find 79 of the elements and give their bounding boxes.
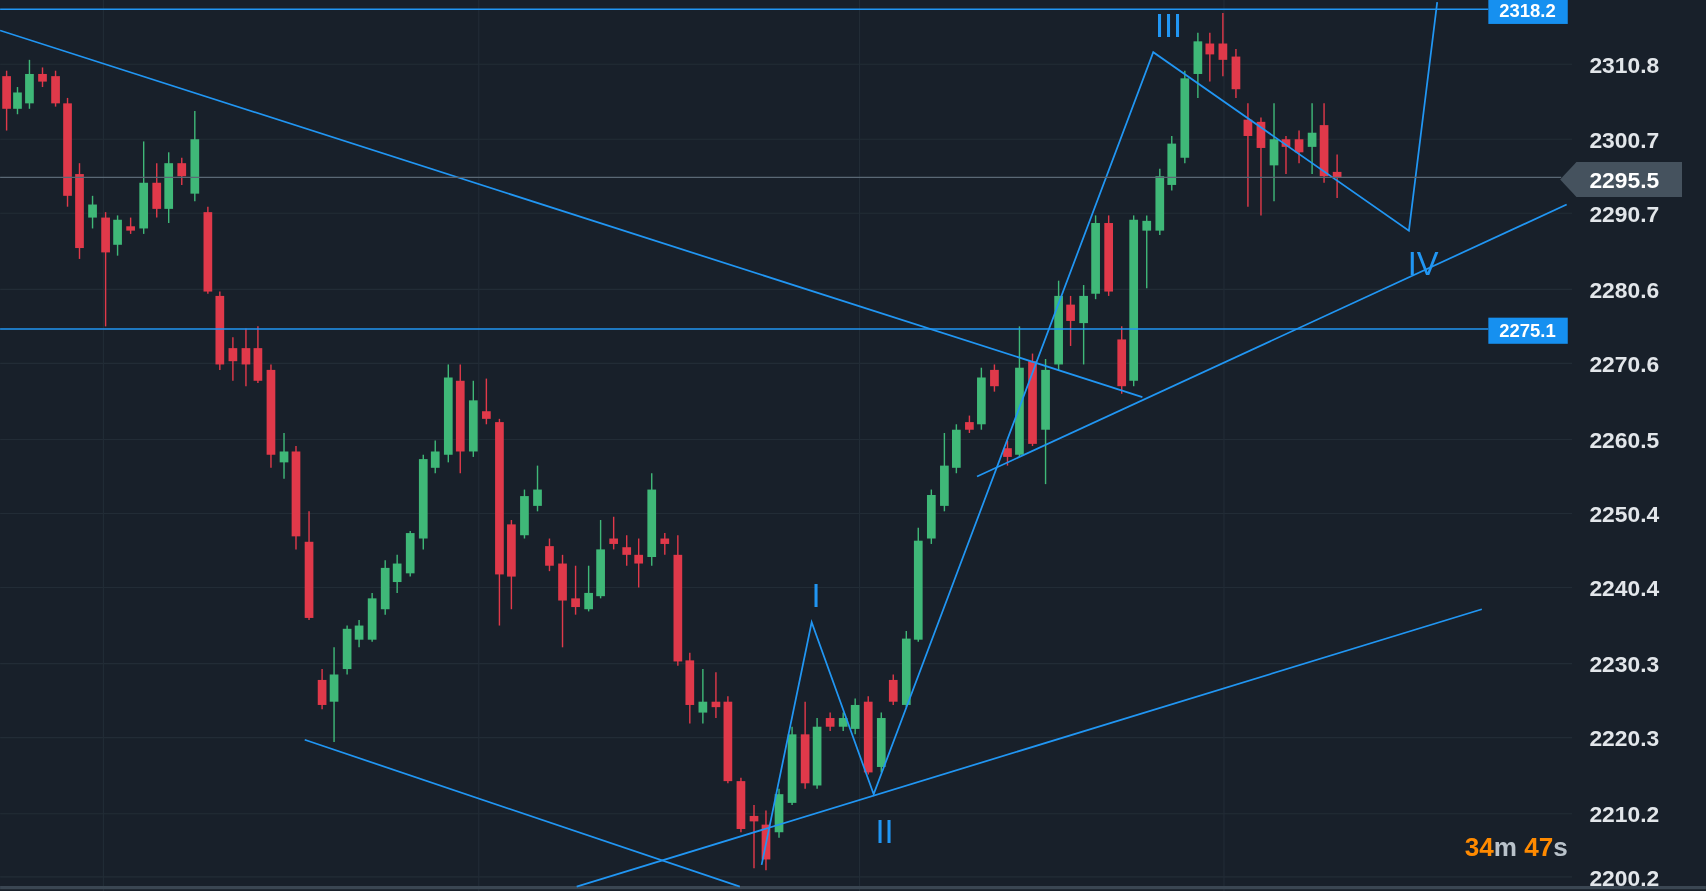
candlestick [711,671,721,719]
candlestick [520,488,529,540]
candlestick [1193,31,1203,99]
price-axis-label: 2220.3 [1589,725,1660,752]
candlestick [609,516,618,551]
wave-label: II [875,813,894,851]
candlestick [354,619,364,648]
candlestick [888,673,898,706]
candlestick [126,216,135,235]
candlestick [838,711,848,732]
candlestick [634,537,644,589]
price-axis-label: 2310.8 [1589,51,1660,78]
candlestick [622,534,632,567]
price-axis-label: 2250.4 [1589,501,1660,528]
candlestick [1231,48,1241,99]
candlestick [430,439,440,474]
candlestick [1167,135,1177,192]
price-axis-label: 2260.5 [1589,427,1660,454]
candlestick [380,559,390,616]
current-price-tag: 2295.5 [1560,162,1682,197]
candlestick [965,414,974,434]
candlestick [2,70,11,132]
candlestick [545,537,554,572]
candlestick [977,367,986,431]
candlestick [825,711,835,732]
candlestick [774,788,784,839]
countdown-timer: 34m 47s [1464,832,1568,863]
candlestick [88,195,97,230]
candlestick [1205,31,1215,83]
price-tag: 2318.2 [1488,0,1568,24]
candlestick [51,70,60,108]
candlestick [533,464,542,513]
candlestick [482,377,491,425]
candlestick [761,809,771,872]
candlestick [1003,439,1012,467]
candlestick [342,624,352,676]
candlestick [1218,12,1228,77]
candlestick [927,488,936,545]
candlestick [1117,325,1127,395]
candlestick [279,432,289,480]
price-axis-label: 2290.7 [1589,200,1660,227]
candlestick [1332,153,1342,199]
candlestick [1066,295,1075,347]
candlestick [25,59,34,110]
candlestick [241,327,251,387]
price-axis-label: 2300.7 [1589,126,1660,153]
candlestick [13,86,22,115]
candlestick [392,554,402,594]
candlestick [152,162,162,219]
price-axis-label: 2230.3 [1589,651,1660,678]
candlestick [698,668,708,725]
candlestick [876,711,886,774]
wave-label: III [1154,7,1183,44]
price-tag: 2275.1 [1488,317,1568,344]
candlestick [952,423,961,474]
price-axis-label: 2200.2 [1589,864,1660,891]
price-axis-label: 2240.4 [1589,575,1660,602]
candlestick [990,363,999,393]
candlestick [228,336,238,382]
candlestick [405,530,415,578]
candlestick [850,697,860,736]
candlestick [1281,135,1291,175]
candlestick [1155,167,1165,236]
candlestick [1294,129,1304,164]
candlestick [367,592,377,643]
price-axis-label: 2210.2 [1589,801,1660,828]
candlestick [749,804,759,869]
candlestick [253,325,263,384]
candlestick [177,157,187,186]
candlestick [38,66,47,88]
candlestick [584,565,593,613]
candlestick [113,214,122,257]
candlestick [571,565,580,616]
candlestick [317,668,327,711]
candlestick [736,777,746,833]
price-axis-label: 2270.6 [1589,351,1660,378]
candlestick [660,532,670,556]
price-axis-label: 2280.6 [1589,277,1660,304]
wave-label: I [811,577,821,615]
